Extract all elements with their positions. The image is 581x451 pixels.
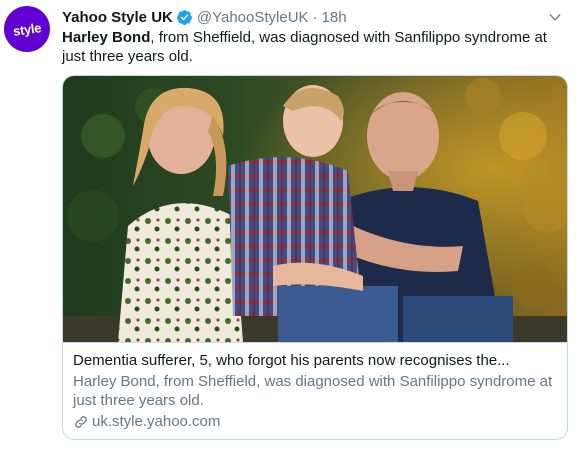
avatar[interactable]: style bbox=[4, 6, 50, 52]
chevron-down-icon[interactable] bbox=[547, 9, 563, 25]
handle[interactable]: @YahooStyleUK bbox=[197, 9, 309, 26]
verified-badge-icon bbox=[176, 9, 192, 25]
family-photo bbox=[63, 76, 567, 342]
timestamp[interactable]: 18h bbox=[322, 9, 347, 26]
card-body[interactable]: Dementia sufferer, 5, who forgot his par… bbox=[63, 342, 567, 431]
display-name[interactable]: Yahoo Style UK bbox=[62, 9, 173, 26]
tweet-mention: Harley Bond bbox=[62, 29, 151, 46]
card-title[interactable]: Dementia sufferer, 5, who forgot his par… bbox=[73, 351, 557, 370]
card-domain[interactable]: uk.style.yahoo.com bbox=[73, 412, 557, 431]
tweet-header: Yahoo Style UK @YahooStyleUK · 18h bbox=[62, 7, 347, 27]
separator-dot: · bbox=[312, 8, 318, 26]
card-domain-text: uk.style.yahoo.com bbox=[92, 413, 221, 430]
card-description: Harley Bond, from Sheffield, was diagnos… bbox=[73, 373, 553, 409]
card-image[interactable] bbox=[63, 76, 567, 342]
link-icon bbox=[75, 415, 87, 428]
link-card[interactable]: Dementia sufferer, 5, who forgot his par… bbox=[62, 75, 568, 440]
tweet[interactable]: style Yahoo Style UK @YahooStyleUK · 18h… bbox=[0, 0, 581, 451]
tweet-text: Harley Bond, from Sheffield, was diagnos… bbox=[62, 28, 572, 66]
avatar-logo-text: style bbox=[12, 19, 42, 39]
